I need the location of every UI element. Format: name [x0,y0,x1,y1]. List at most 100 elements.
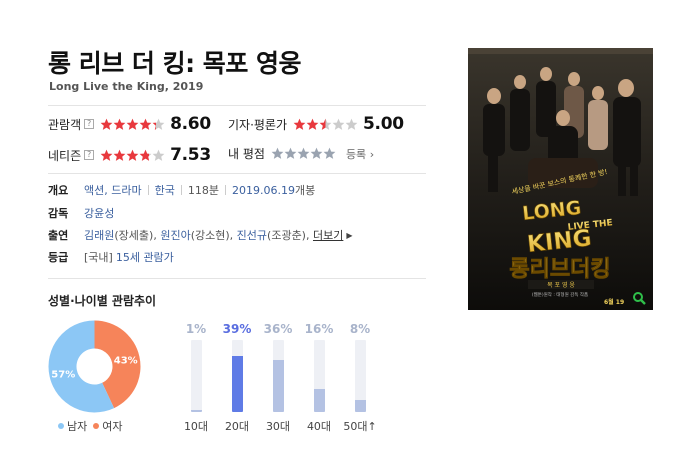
caret-right-icon: ▶ [346,230,353,240]
star-icon[interactable] [284,147,297,160]
rating-netizen-stars [100,149,165,162]
donut-slice-male-label: 57% [51,369,75,380]
legend-dot-female [93,423,100,429]
actor-link[interactable]: 원진아 [160,227,190,243]
age-bar [273,360,284,412]
star-icon [152,118,165,130]
age-bar-track [191,340,202,412]
help-icon[interactable]: ? [84,119,95,129]
movie-poster[interactable]: 세상을 바꾼 보스의 통쾌한 한 방! LONG LIVE THE KING 롱… [468,48,653,310]
gender-donut: 43% 57% [48,320,141,413]
chevron-right-icon: › [369,147,375,161]
svg-text:6월 19: 6월 19 [604,298,624,306]
director-link[interactable]: 강윤성 [84,205,114,221]
age-bar-column: 8% 50대↑ [342,322,378,433]
gender-legend: 남자 여자 [58,418,123,434]
star-icon [113,118,126,130]
age-bar-track [314,340,325,412]
rating-audience-score: 8.60 [170,114,211,134]
info-director-label: 감독 [48,207,69,220]
age-bar [191,410,202,412]
info-cast-label: 출연 [48,229,69,242]
help-icon[interactable]: ? [84,150,95,160]
release-suffix: 개봉 [294,184,316,197]
star-icon [113,149,126,161]
divider [48,105,426,106]
cast-more-link[interactable]: 더보기 [313,227,343,243]
divider [48,173,426,174]
age-bar-value: 8% [349,322,371,336]
info-grade-label: 등급 [48,251,69,264]
star-icon [319,118,332,130]
age-bar-column: 39% 20대 [219,322,255,433]
separator [224,185,226,195]
genre-link[interactable]: 액션, 드라마 [84,182,142,198]
grade-country: [국내] [84,251,113,264]
star-icon [139,149,152,161]
rating-critics-stars [293,118,358,131]
star-icon[interactable] [310,147,323,160]
svg-text:목 포 영 웅: 목 포 영 웅 [547,281,575,289]
star-icon [139,118,152,130]
rating-enroll-link[interactable]: 등록 › [346,146,374,162]
star-icon [293,118,306,130]
age-bar-track [355,340,366,412]
comma: , [305,228,313,242]
info-grade: 등급 [국내] 15세 관람가 [48,249,174,265]
svg-text:(웹툰)원작 : 태형원 감독 작품: (웹툰)원작 : 태형원 감독 작품 [532,291,588,298]
actor-link[interactable]: 김래원 [84,227,114,243]
chart-title: 성별·나이별 관람추이 [48,294,157,308]
age-bar-category: 40대 [306,420,332,433]
country-link[interactable]: 한국 [155,182,175,198]
info-cast: 출연 김래원 (장세출), 원진아 (강소현), 진선규 (조광춘), 더보기 ▶ [48,227,353,243]
info-overview: 개요 액션, 드라마 한국 118분 2019.06.19 개봉 [48,182,315,198]
svg-text:롱리브더킹: 롱리브더킹 [509,257,610,282]
star-icon [100,149,113,161]
star-icon [332,118,345,130]
age-bars: 1% 10대 39% 20대 36% 30대 16% 40대 8% 50대↑ [178,322,388,437]
age-bar-value: 36% [263,322,293,336]
age-bar-value: 1% [185,322,207,336]
rating-netizen-label: 네티즌 [48,148,82,163]
age-bar [314,388,325,412]
age-bar-value: 16% [304,322,334,336]
comma: , [229,228,237,242]
age-bar-column: 1% 10대 [178,322,214,433]
enroll-label: 등록 [345,147,367,161]
age-bar-category: 50대↑ [343,420,377,433]
legend-male-label: 남자 [67,420,88,433]
donut-slice-female-label: 43% [114,356,138,367]
star-icon [126,118,139,130]
release-date-link[interactable]: 2019.06.19 [232,184,295,197]
age-bar [355,400,366,412]
rating-audience: 관람객 ? 8.60 [48,114,211,134]
comma: , [153,228,161,242]
age-bar-column: 36% 30대 [260,322,296,433]
grade-link[interactable]: 15세 관람가 [116,249,174,265]
separator [180,185,182,195]
gender-donut-svg: 43% 57% [48,320,141,413]
actor-link[interactable]: 진선규 [237,227,267,243]
info-director: 감독 강윤성 [48,205,114,221]
rating-netizen: 네티즌 ? 7.53 [48,145,211,165]
divider [48,278,426,279]
star-icon[interactable] [323,147,336,160]
star-icon [345,118,358,130]
movie-title: 롱 리브 더 킹: 목포 영웅 [48,49,302,78]
star-icon[interactable] [271,147,284,160]
age-bar [232,355,243,412]
actor-role: (장세출) [114,229,154,242]
rating-mine-label: 내 평점 [228,147,265,161]
separator [147,185,149,195]
age-bar-track [232,340,243,412]
runtime: 118분 [187,184,219,197]
age-bar-value: 39% [222,322,252,336]
age-bar-track [273,340,284,412]
star-icon [152,149,165,161]
legend-dot-male [58,423,64,429]
rating-mine-stars[interactable] [271,147,336,160]
star-icon[interactable] [297,147,310,160]
rating-netizen-score: 7.53 [170,145,211,165]
age-bar-category: 10대 [183,420,209,433]
rating-critics-score: 5.00 [363,114,404,134]
